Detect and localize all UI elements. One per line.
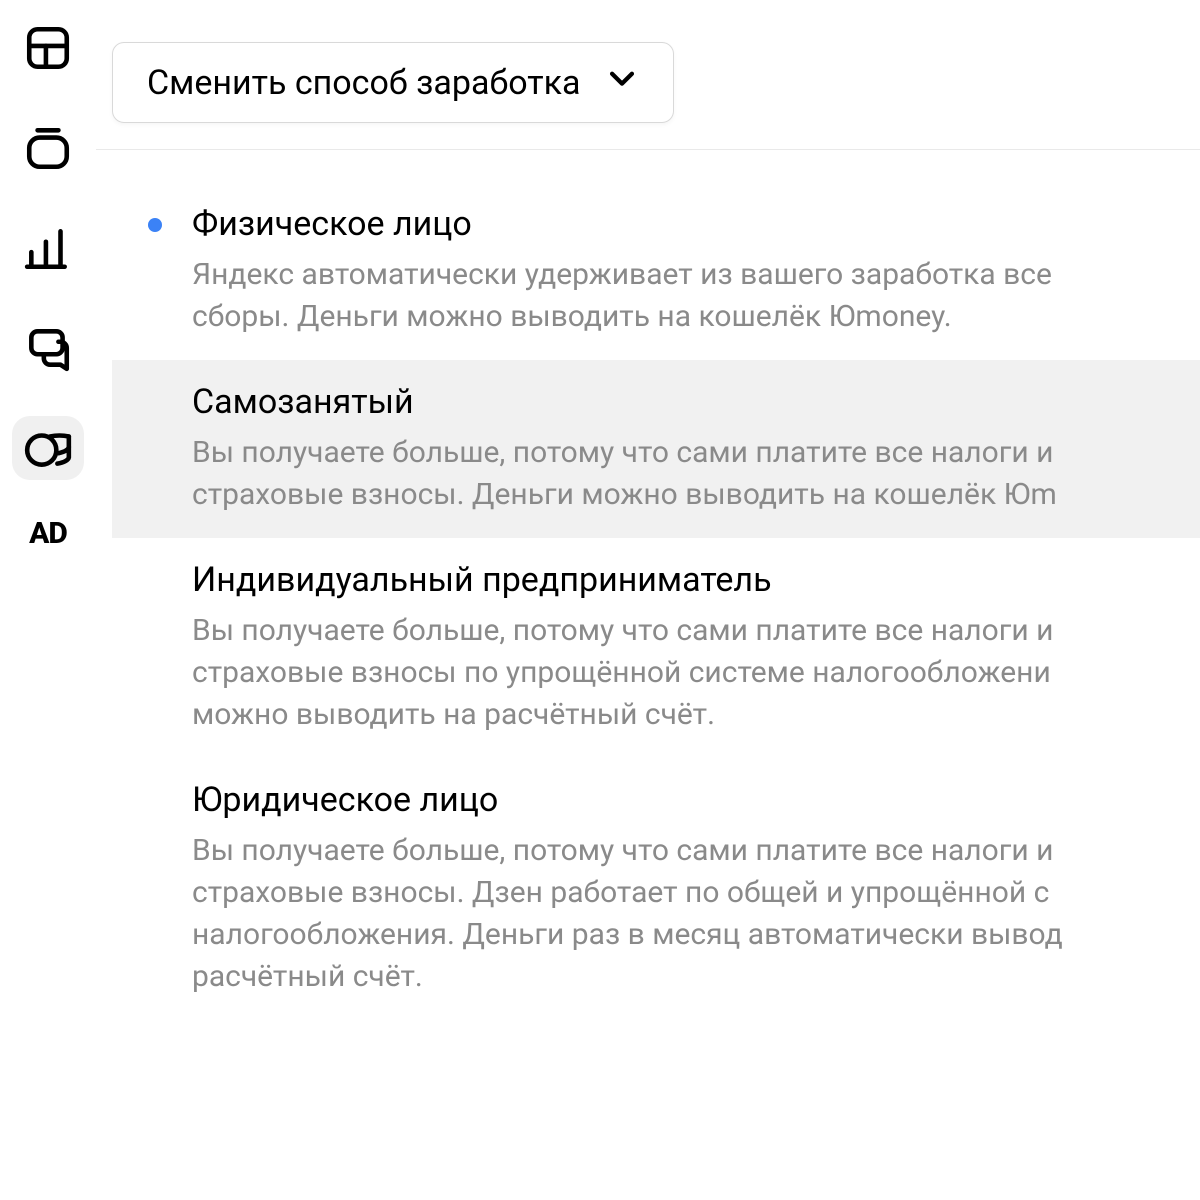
sidebar-item-messages[interactable] <box>12 316 84 380</box>
coins-icon <box>23 423 73 473</box>
option-title: Юридическое лицо <box>192 780 1200 820</box>
option-title: Физическое лицо <box>192 204 1200 244</box>
option-title: Индивидуальный предприниматель <box>192 560 1200 600</box>
option-desc: Яндекс автоматически удерживает из вашег… <box>192 254 1200 338</box>
sidebar-item-stats[interactable] <box>12 216 84 280</box>
wallet-icon <box>23 123 73 173</box>
sidebar-item-dashboard[interactable] <box>12 16 84 80</box>
option-individual[interactable]: Физическое лицо Яндекс автоматически уде… <box>112 182 1200 360</box>
option-self-employed[interactable]: Самозанятый Вы получаете больше, потому … <box>112 360 1200 538</box>
layout-icon <box>23 23 73 73</box>
chevron-down-icon <box>605 61 639 104</box>
dropdown-label: Сменить способ заработка <box>147 63 581 103</box>
sidebar-item-money[interactable] <box>12 416 84 480</box>
option-desc: Вы получаете больше, потому что сами пла… <box>192 432 1200 516</box>
sidebar-nav: AD <box>0 0 96 1200</box>
option-desc: Вы получаете больше, потому что сами пла… <box>192 610 1200 736</box>
divider <box>96 149 1200 150</box>
sidebar-item-ad[interactable]: AD <box>12 516 84 551</box>
main-content: Сменить способ заработка Физическое лицо… <box>96 0 1200 1200</box>
chat-icon <box>23 323 73 373</box>
option-desc: Вы получаете больше, потому что сами пла… <box>192 830 1200 998</box>
option-legal-entity[interactable]: Юридическое лицо Вы получаете больше, по… <box>112 758 1200 1020</box>
change-method-dropdown[interactable]: Сменить способ заработка <box>112 42 674 123</box>
sidebar-item-wallet[interactable] <box>12 116 84 180</box>
option-title: Самозанятый <box>192 382 1200 422</box>
bar-chart-icon <box>23 223 73 273</box>
options-list: Физическое лицо Яндекс автоматически уде… <box>112 182 1200 1020</box>
option-entrepreneur[interactable]: Индивидуальный предприниматель Вы получа… <box>112 538 1200 758</box>
selected-dot-icon <box>148 218 162 232</box>
